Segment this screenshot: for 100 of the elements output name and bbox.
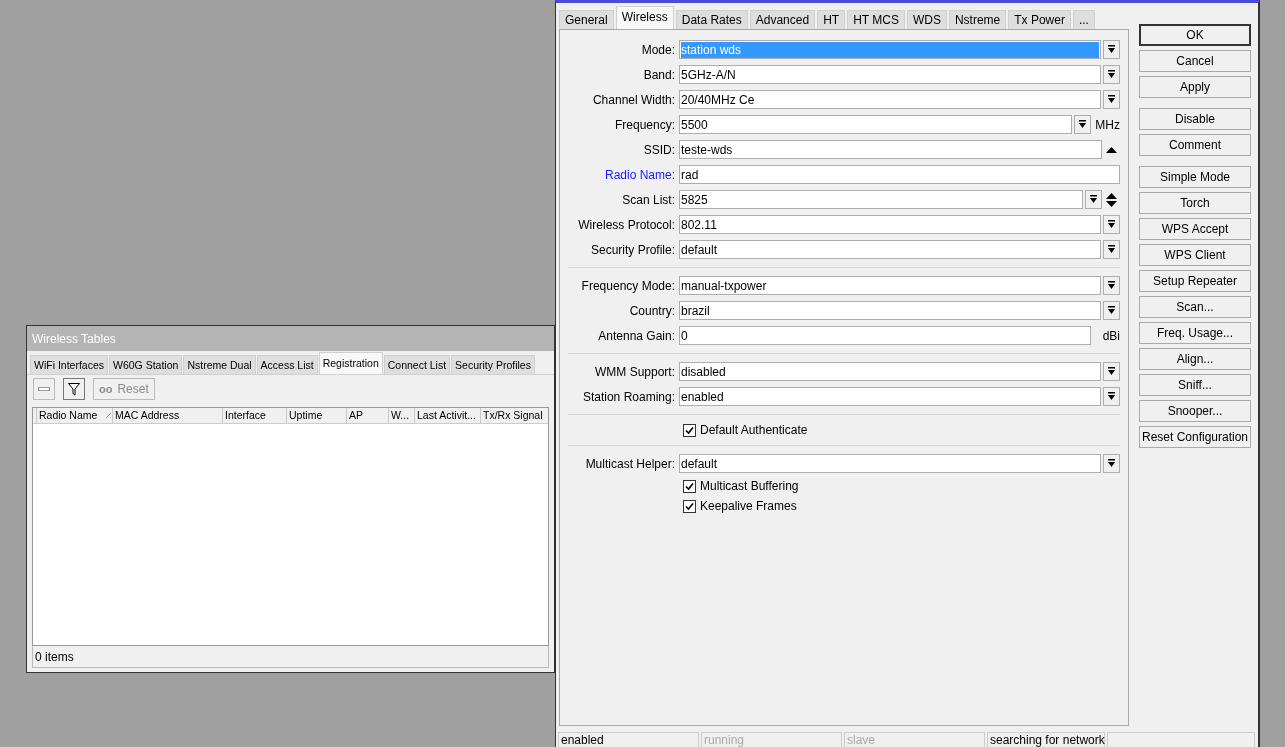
column-header[interactable]: Tx/Rx Signal (480, 408, 546, 423)
unit-label: MHz (1094, 116, 1120, 134)
dropdown-button[interactable] (1103, 65, 1120, 84)
tab[interactable]: Data Rates (675, 10, 748, 29)
field-label: Security Profile: (589, 241, 676, 259)
dropdown-button[interactable] (1103, 40, 1120, 59)
field-label: Antenna Gain: (597, 327, 676, 345)
dialog-button[interactable]: Apply (1139, 76, 1251, 98)
tab[interactable]: ... (1072, 10, 1095, 29)
tab[interactable]: Tx Power (1008, 10, 1071, 29)
tab[interactable]: HT (817, 10, 846, 29)
dialog-button[interactable]: Align... (1139, 348, 1251, 370)
tab[interactable]: Wireless (615, 6, 674, 29)
column-header[interactable]: Uptime (286, 408, 346, 423)
tab[interactable]: Connect List (383, 355, 451, 374)
filter-button[interactable] (63, 378, 85, 400)
collapse-arrow-icon[interactable] (1105, 146, 1117, 153)
input-field[interactable]: rad (679, 165, 1120, 184)
field-label: SSID: (642, 141, 676, 159)
input-field[interactable]: default (679, 240, 1101, 259)
tab[interactable]: Registration (318, 352, 383, 374)
status-cell: slave (844, 732, 985, 747)
input-field[interactable]: default (679, 454, 1101, 473)
input-field[interactable]: manual-txpower (679, 276, 1101, 295)
dialog-button[interactable]: Comment (1139, 134, 1251, 156)
column-header[interactable]: Radio Name (36, 408, 112, 423)
column-header[interactable]: Last Activit... (414, 408, 480, 423)
filter-icon (68, 382, 80, 396)
input-field[interactable]: disabled (679, 362, 1101, 381)
dialog-button[interactable]: Cancel (1139, 50, 1251, 72)
input-field[interactable]: 20/40MHz Ce (679, 90, 1101, 109)
dialog-button[interactable]: OK (1139, 24, 1251, 46)
tab[interactable]: WDS (906, 10, 947, 29)
dropdown-button[interactable] (1103, 240, 1120, 259)
dropdown-button[interactable] (1103, 301, 1120, 320)
column-header[interactable]: AP (346, 408, 388, 423)
input-field[interactable]: brazil (679, 301, 1101, 320)
input-field[interactable]: 802.11 (679, 215, 1101, 234)
window-title: Wireless Tables (32, 330, 116, 348)
input-field[interactable]: 5825 (679, 190, 1083, 209)
dialog-button[interactable]: Torch (1139, 192, 1251, 214)
dropdown-button[interactable] (1103, 454, 1120, 473)
dialog-button[interactable]: Freq. Usage... (1139, 322, 1251, 344)
input-field[interactable]: teste-wds (679, 140, 1102, 159)
checkbox[interactable] (683, 423, 696, 437)
tab[interactable]: WiFi Interfaces (30, 355, 108, 374)
dropdown-button[interactable] (1103, 362, 1120, 381)
dropdown-arrow-icon (1107, 70, 1116, 79)
dropdown-button[interactable] (1103, 276, 1120, 295)
checkbox-label: Multicast Buffering (700, 478, 799, 495)
input-field[interactable]: 5500 (679, 115, 1072, 134)
tab[interactable]: Nstreme Dual (183, 355, 256, 374)
unit-label: dBi (1101, 327, 1120, 345)
dialog-button[interactable]: Snooper... (1139, 400, 1251, 422)
input-field[interactable]: enabled (679, 387, 1101, 406)
dropdown-button[interactable] (1103, 215, 1120, 234)
dropdown-button[interactable] (1074, 115, 1091, 134)
field-label: Band: (642, 66, 676, 84)
dropdown-arrow-icon (1107, 245, 1116, 254)
dropdown-arrow-icon (1107, 367, 1116, 376)
checkbox-label: Default Authenticate (700, 422, 808, 439)
dialog-button[interactable]: Scan... (1139, 296, 1251, 318)
dialog-button[interactable]: Simple Mode (1139, 166, 1251, 188)
tab[interactable]: Nstreme (948, 10, 1007, 29)
dropdown-arrow-icon (1107, 220, 1116, 229)
column-header[interactable]: W... (388, 408, 414, 423)
tab[interactable]: HT MCS (847, 10, 905, 29)
checkbox[interactable] (683, 479, 696, 493)
dropdown-arrow-icon (1107, 45, 1116, 54)
field-label: Multicast Helper: (584, 455, 676, 473)
field-label: Radio Name: (603, 166, 676, 184)
dropdown-arrow-icon (1078, 120, 1087, 129)
dropdown-button[interactable] (1103, 90, 1120, 109)
checkbox-label: Keepalive Frames (700, 498, 797, 515)
field-label: WMM Support: (594, 363, 676, 381)
dialog-button[interactable]: Setup Repeater (1139, 270, 1251, 292)
dropdown-button[interactable] (1085, 190, 1102, 209)
tab[interactable]: General (559, 10, 614, 29)
tab[interactable]: W60G Station (109, 355, 183, 374)
dropdown-arrow-icon (1107, 459, 1116, 468)
checkbox[interactable] (683, 499, 696, 513)
tab[interactable]: Advanced (749, 10, 816, 29)
input-field[interactable]: 5GHz-A/N (679, 65, 1101, 84)
tab[interactable]: Access List (256, 355, 318, 374)
dropdown-button[interactable] (1103, 387, 1120, 406)
dialog-button[interactable]: WPS Accept (1139, 218, 1251, 240)
status-cell: running (701, 732, 842, 747)
field-label: Mode: (640, 41, 676, 59)
column-header[interactable]: Interface (222, 408, 286, 423)
item-count: 0 items (35, 648, 74, 666)
tab[interactable]: Security Profiles (451, 355, 535, 374)
dialog-button[interactable]: WPS Client (1139, 244, 1251, 266)
dropdown-arrow-icon (1107, 281, 1116, 290)
dialog-button[interactable]: Disable (1139, 108, 1251, 130)
remove-button[interactable] (33, 378, 55, 400)
column-header[interactable]: MAC Address (112, 408, 222, 423)
dialog-button[interactable]: Reset Configuration (1139, 426, 1251, 448)
up-down-arrow-icon[interactable] (1105, 192, 1117, 207)
input-field[interactable]: 0 (679, 326, 1091, 345)
dialog-button[interactable]: Sniff... (1139, 374, 1251, 396)
